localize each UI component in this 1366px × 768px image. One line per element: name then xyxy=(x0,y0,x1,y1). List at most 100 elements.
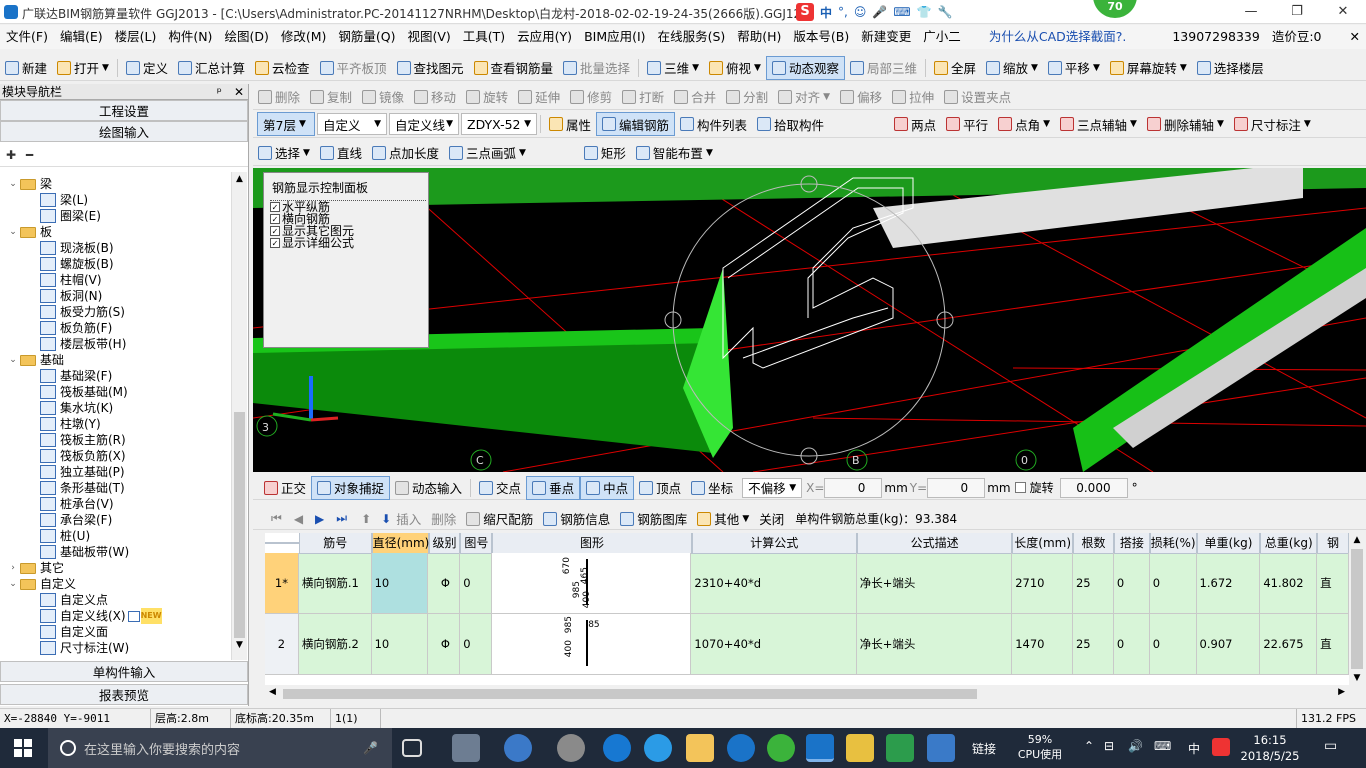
tree-item[interactable]: 筏板基础(M) xyxy=(0,384,231,400)
cell-unit[interactable]: 0.907 xyxy=(1196,614,1261,675)
edit-button-grip[interactable]: 设置夹点 xyxy=(939,85,1016,109)
link-toolbar[interactable]: 链接 xyxy=(972,740,996,757)
tray-expand-icon[interactable]: ⌃ xyxy=(1084,739,1094,753)
edit-button-move[interactable]: 移动 xyxy=(409,85,461,109)
keyboard-tray-icon[interactable]: ⌨ xyxy=(1154,739,1171,753)
menu-item[interactable]: 楼层(L) xyxy=(109,25,163,49)
menu-item[interactable]: 在线服务(S) xyxy=(652,25,732,49)
dynamic-input-button[interactable]: 动态输入 xyxy=(390,476,467,500)
edit-button-align[interactable]: 对齐 ▼ xyxy=(773,85,835,109)
tree-item[interactable]: 集水坑(K) xyxy=(0,400,231,416)
voice-icon[interactable]: 🎤 xyxy=(872,5,887,19)
tree-item[interactable]: 现浇板(B) xyxy=(0,240,231,256)
cell-total[interactable]: 22.675 xyxy=(1260,614,1318,675)
menu-item[interactable]: 修改(M) xyxy=(275,25,333,49)
toolbar-button-zoom[interactable]: 缩放 ▼ xyxy=(981,56,1043,80)
intersection-snap-button[interactable]: 交点 xyxy=(474,476,526,500)
checkbox-checked-icon[interactable]: ✓ xyxy=(270,238,280,248)
table-scroll-left-icon[interactable]: ◀ xyxy=(269,687,276,697)
axis-button-point-angle[interactable]: 点角 ▼ xyxy=(993,112,1055,136)
table-hscroll-thumb[interactable] xyxy=(283,689,977,699)
glodon-price-icon[interactable] xyxy=(927,734,955,762)
checkbox-checked-icon[interactable]: ✓ xyxy=(270,202,280,212)
tree-item[interactable]: 柱墩(Y) xyxy=(0,416,231,432)
axis-button-delete-axis[interactable]: 删除辅轴 ▼ xyxy=(1142,112,1229,136)
user-phone[interactable]: 13907298339 xyxy=(1166,25,1265,49)
close-doc-icon[interactable]: ✕ xyxy=(1344,25,1366,49)
project-settings-button[interactable]: 工程设置 xyxy=(0,100,248,121)
table-scroll-down-icon[interactable]: ▼ xyxy=(1349,671,1365,685)
toolbar-button-3d[interactable]: 三维 ▼ xyxy=(642,56,704,80)
cell-grade[interactable]: Φ xyxy=(428,553,461,614)
skin-icon[interactable]: 👕 xyxy=(917,5,932,19)
column-header[interactable]: 计算公式 xyxy=(691,533,857,554)
close-grid-button[interactable]: 关闭 xyxy=(754,507,789,531)
toolbar-button-rotate-screen[interactable]: 屏幕旋转 ▼ xyxy=(1105,56,1192,80)
start-windows-icon[interactable] xyxy=(14,739,32,757)
rebar-library-button[interactable]: 钢筋图库 xyxy=(615,507,692,531)
emoji-icon[interactable]: ☺ xyxy=(854,5,867,19)
colorful-app-icon[interactable] xyxy=(557,734,585,762)
edge-icon[interactable] xyxy=(603,734,631,762)
properties-button[interactable]: 属性 xyxy=(544,112,596,136)
tree-scrollbar[interactable]: ▲ ▼ xyxy=(231,172,247,660)
edit-button-offset[interactable]: 偏移 xyxy=(835,85,887,109)
menu-item[interactable]: 构件(N) xyxy=(162,25,218,49)
cell-extra[interactable]: 直 xyxy=(1317,614,1349,675)
restore-button[interactable]: ❐ xyxy=(1274,0,1320,24)
tree-folder[interactable]: ⌄ 梁 xyxy=(0,176,231,192)
cell-total[interactable]: 41.802 xyxy=(1260,553,1318,614)
tree-item[interactable]: 螺旋板(B) xyxy=(0,256,231,272)
tree-item[interactable]: 筏板主筋(R) xyxy=(0,432,231,448)
cell-grade[interactable]: Φ xyxy=(428,614,461,675)
insert-button[interactable]: 插入 xyxy=(391,507,426,531)
column-header[interactable]: 钢 xyxy=(1317,533,1349,554)
cad-question-link[interactable]: 为什么从CAD选择截面?. xyxy=(983,25,1133,49)
rotate-checkbox[interactable] xyxy=(1014,482,1026,493)
next-icon[interactable]: ▶ xyxy=(315,512,324,526)
line-select[interactable]: 自定义线 ▼ xyxy=(389,113,459,135)
tree-item[interactable]: 尺寸标注(W) xyxy=(0,640,231,656)
table-scroll-up-icon[interactable]: ▲ xyxy=(1349,533,1365,547)
glodon-f-icon[interactable] xyxy=(886,734,914,762)
offset-select[interactable]: 不偏移 ▼ xyxy=(742,477,803,498)
table-scroll-thumb[interactable] xyxy=(1351,549,1363,669)
code-select[interactable]: ZDYX-52 ▼ xyxy=(461,113,537,135)
toolbar-button-cloud-check[interactable]: 云检查 xyxy=(250,56,315,80)
floor-select[interactable]: 第7层 ▼ xyxy=(257,112,315,136)
cell-desc[interactable]: 净长+端头 xyxy=(856,614,1013,675)
axis-button-two-point[interactable]: 两点 xyxy=(889,112,941,136)
tree-folder[interactable]: ⌄ 板 xyxy=(0,224,231,240)
taskbar-search-box[interactable]: 在这里输入你要搜索的内容 🎤 xyxy=(48,728,392,768)
tree-item[interactable]: 自定义线(X) NEW xyxy=(0,608,231,624)
cell-len[interactable]: 1470 xyxy=(1012,614,1073,675)
toolbar-button-pan[interactable]: 平移 ▼ xyxy=(1043,56,1105,80)
tree-item[interactable]: 独立基础(P) xyxy=(0,464,231,480)
tree-item[interactable]: 板负筋(F) xyxy=(0,320,231,336)
volume-icon[interactable]: 🔊 xyxy=(1128,739,1143,753)
column-header[interactable]: 直径(mm) xyxy=(371,533,429,554)
draw-button-smart-layout[interactable]: 智能布置 ▼ xyxy=(631,141,718,165)
collapse-icon[interactable]: ⌄ xyxy=(8,224,18,240)
rebar-info-button[interactable]: 钢筋信息 xyxy=(538,507,615,531)
draw-button-rect[interactable]: 矩形 xyxy=(579,141,631,165)
column-header[interactable]: 单重(kg) xyxy=(1196,533,1261,554)
shape-cell[interactable]: 985 400 85 xyxy=(492,614,692,675)
first-icon[interactable]: ⏮ xyxy=(271,511,282,526)
object-snap-button[interactable]: 对象捕捉 xyxy=(311,475,391,500)
toolbar-button-flush-slab[interactable]: 平齐板顶 xyxy=(315,56,392,80)
cell-formula[interactable]: 2310+40*d xyxy=(691,553,857,614)
perpendicular-snap-button[interactable]: 垂点 xyxy=(526,475,581,500)
input-lang[interactable]: 中 xyxy=(1188,740,1200,757)
notes-app-icon[interactable] xyxy=(846,734,874,762)
table-row[interactable]: 1*横向钢筋.110Φ06704659854002310+40*d净长+端头27… xyxy=(265,553,1349,614)
column-header[interactable]: 根数 xyxy=(1073,533,1114,554)
tree-item[interactable]: 基础梁(F) xyxy=(0,368,231,384)
cell-formula[interactable]: 1070+40*d xyxy=(691,614,857,675)
prev-icon[interactable]: ◀ xyxy=(294,512,303,526)
column-header[interactable]: 搭接 xyxy=(1113,533,1150,554)
toolbar-button-new[interactable]: 新建 xyxy=(0,56,52,80)
network-icon[interactable]: ⊟ xyxy=(1104,739,1114,753)
draw-button-point-length[interactable]: 点加长度 xyxy=(367,141,444,165)
cell-count[interactable]: 25 xyxy=(1072,553,1114,614)
